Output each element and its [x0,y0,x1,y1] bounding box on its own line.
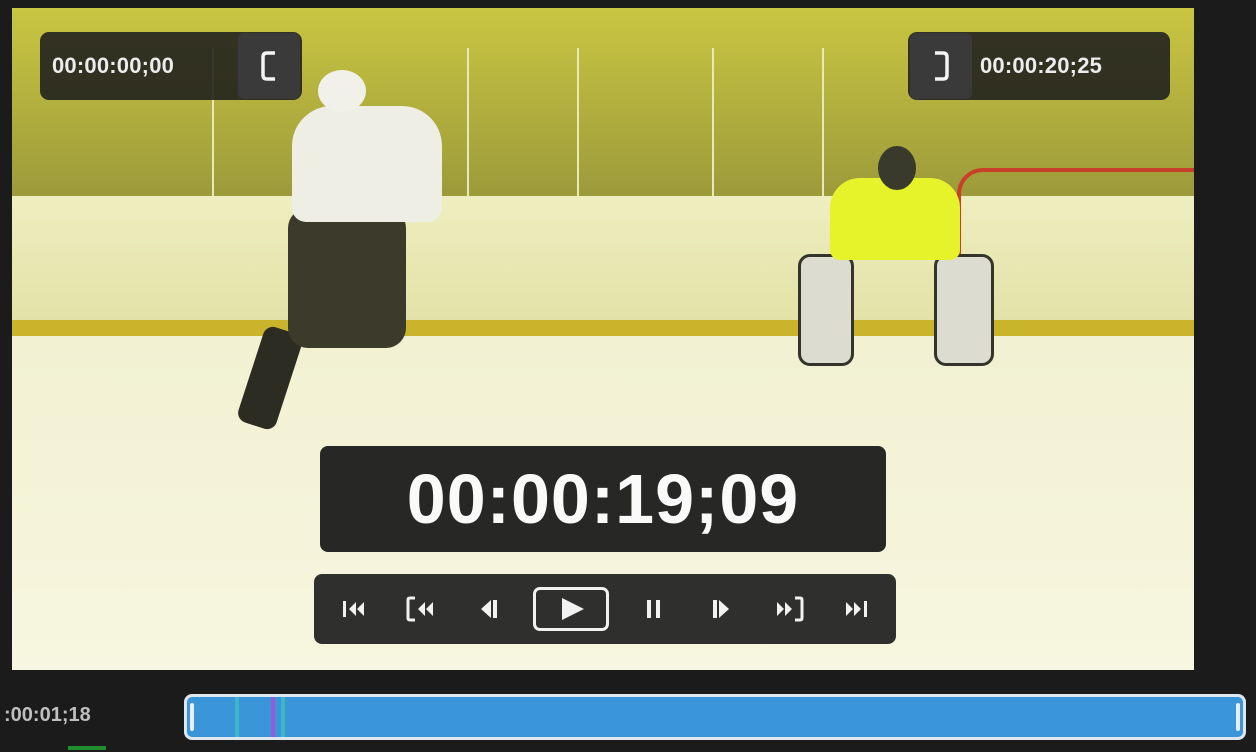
step-back-button[interactable] [466,581,512,637]
go-to-out-button[interactable] [766,581,812,637]
video-frame [12,8,1194,670]
step-back-icon [480,600,497,618]
go-to-start-button[interactable] [331,581,377,637]
step-forward-button[interactable] [698,581,744,637]
skater-helmet [318,70,366,112]
play-button[interactable] [533,581,610,637]
play-triangle-icon [562,598,585,620]
timeline-scrubber[interactable] [184,694,1246,740]
mark-out-bracket-icon [935,51,949,81]
glass-divider [822,48,824,198]
go-to-out-icon [776,596,804,622]
timeline-timecode: :00:01;18 [4,704,91,726]
timeline-playhead-marker[interactable] [271,697,275,737]
timeline-out-handle[interactable] [1236,703,1240,731]
goalie-pad-left [798,254,854,366]
glass-divider [712,48,714,198]
timeline-marker[interactable] [235,697,239,737]
glass-divider [577,48,579,198]
timeline-in-handle[interactable] [190,703,194,731]
skater-pants [288,208,406,348]
out-point-timecode: 00:00:20;25 [980,53,1103,78]
transport-controls [314,574,896,644]
mark-out-button[interactable] [910,33,972,99]
timeline-bar: :00:01;18 [0,670,1256,752]
mark-in-bracket-icon [261,51,275,81]
skip-to-start-icon [342,601,364,617]
current-timecode: 00:00:19;09 [320,446,886,552]
pause-icon [646,600,660,618]
in-point-timecode: 00:00:00;00 [52,53,175,78]
step-forward-icon [713,600,730,618]
pause-button[interactable] [631,581,677,637]
in-point-panel: 00:00:00;00 [40,32,302,100]
go-to-end-button[interactable] [833,581,879,637]
goalie-jersey [830,178,960,260]
go-to-in-icon [406,596,434,622]
timeline-marker[interactable] [281,697,285,737]
video-editor: 00:00:00;00 00:00:20;25 00:00:19;09:00:… [0,0,1256,752]
video-viewer[interactable]: 00:00:00;00 00:00:20;25 00:00:19;09 [12,8,1194,670]
rink-kickplate [12,320,1194,336]
timeline-indicator [68,746,106,750]
skip-to-end-icon [846,601,868,617]
out-point-panel: 00:00:20;25 [908,32,1170,100]
glass-divider [467,48,469,198]
skater-jersey [292,106,442,222]
mark-in-button[interactable] [238,33,300,99]
goalie-mask [878,146,916,190]
play-in-to-out-icon [533,587,610,631]
go-to-in-button[interactable] [398,581,444,637]
goalie-pad-right [934,254,994,366]
